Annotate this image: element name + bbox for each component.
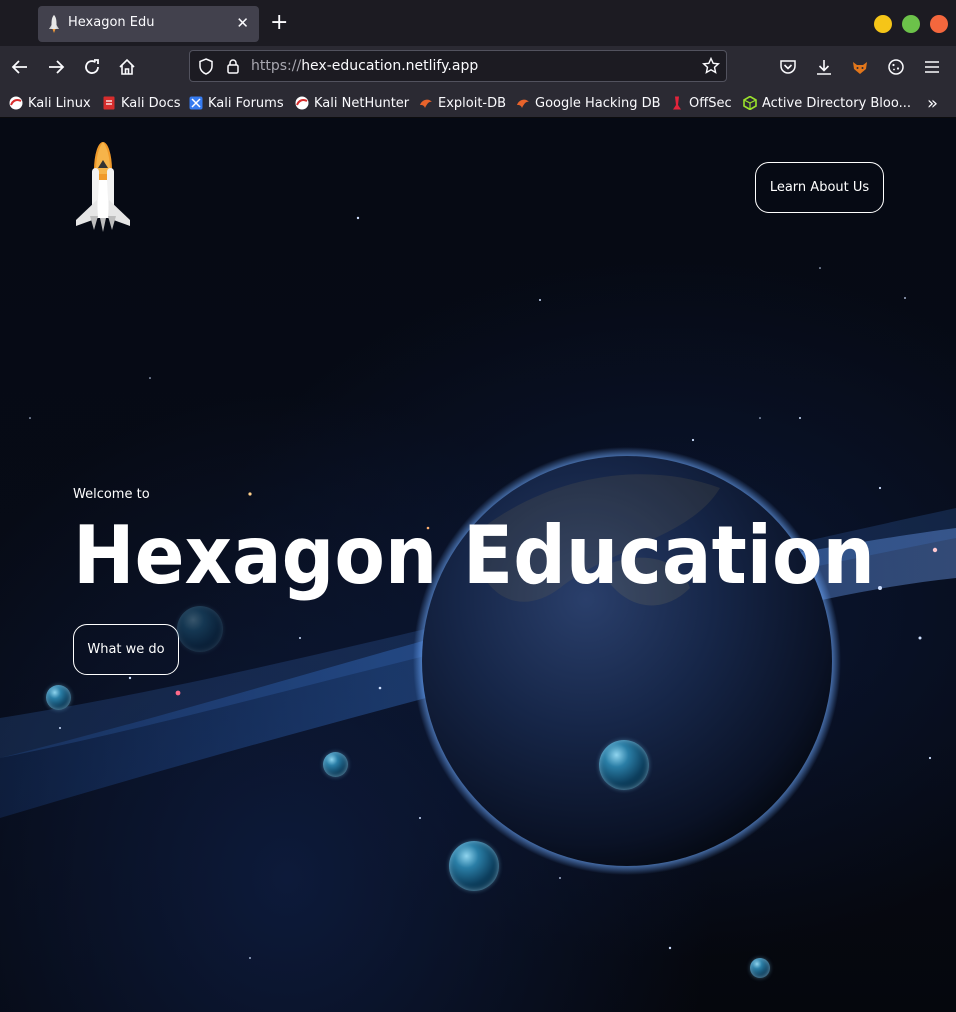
- bubble-decoration: [449, 841, 499, 891]
- bubble-decoration: [599, 740, 649, 790]
- webpage: Learn About Us Welcome to Hexagon Educat…: [0, 118, 956, 1012]
- bloodhound-icon: [743, 96, 757, 110]
- bookmarks-toolbar: Kali Linux Kali Docs Kali Forums Kali Ne…: [0, 88, 956, 118]
- cookie-extension-button[interactable]: [884, 55, 908, 79]
- bookmark-offsec[interactable]: OffSec: [670, 94, 732, 112]
- bookmark-label: Kali Forums: [208, 95, 284, 111]
- reload-button[interactable]: [80, 55, 104, 79]
- navigation-toolbar: https://hex-education.netlify.app: [0, 46, 956, 88]
- pocket-icon: [780, 60, 796, 74]
- bookmark-label: Exploit-DB: [438, 95, 507, 111]
- bookmark-google-hacking-db[interactable]: Google Hacking DB: [516, 94, 661, 112]
- browser-tab[interactable]: Hexagon Edu ✕: [38, 6, 259, 42]
- reload-icon: [85, 59, 99, 74]
- bookmark-label: Kali NetHunter: [314, 95, 410, 111]
- bookmark-label: Kali Docs: [121, 95, 181, 111]
- close-window-button[interactable]: [930, 15, 948, 33]
- address-bar[interactable]: https://hex-education.netlify.app: [189, 50, 727, 82]
- kali-icon: [295, 96, 309, 110]
- shield-icon[interactable]: [198, 58, 214, 75]
- forward-button[interactable]: [44, 55, 68, 79]
- close-tab-icon[interactable]: ✕: [236, 14, 249, 32]
- bookmark-label: Google Hacking DB: [535, 95, 661, 111]
- pocket-button[interactable]: [776, 55, 800, 79]
- kali-docs-icon: [103, 96, 115, 110]
- welcome-text: Welcome to: [73, 487, 150, 502]
- url-protocol: https://: [251, 58, 302, 74]
- what-we-do-button[interactable]: What we do: [73, 624, 179, 675]
- fox-extension-icon: [853, 62, 867, 74]
- bubble-decoration: [323, 752, 348, 777]
- offsec-icon: [673, 96, 681, 110]
- extension-button[interactable]: [848, 55, 872, 79]
- star-icon[interactable]: [702, 57, 720, 75]
- url-text[interactable]: https://hex-education.netlify.app: [251, 58, 478, 74]
- bookmark-active-directory[interactable]: Active Directory Bloo...: [743, 94, 911, 112]
- bubble-decoration: [750, 958, 770, 978]
- bookmark-label: OffSec: [689, 95, 732, 111]
- exploit-db-icon: [517, 99, 529, 108]
- tab-title: Hexagon Edu: [68, 15, 155, 30]
- bookmark-kali-linux[interactable]: Kali Linux: [9, 94, 91, 112]
- new-tab-button[interactable]: +: [270, 11, 288, 35]
- bookmarks-overflow-button[interactable]: »: [927, 92, 939, 114]
- chevron-double-right-icon: »: [927, 92, 939, 114]
- url-host: hex-education.netlify.app: [301, 58, 479, 74]
- rocket-icon: [49, 15, 59, 33]
- bookmark-label: Kali Linux: [28, 95, 91, 111]
- bookmark-exploit-db[interactable]: Exploit-DB: [419, 94, 506, 112]
- home-button[interactable]: [115, 55, 139, 79]
- learn-about-us-button[interactable]: Learn About Us: [755, 162, 884, 213]
- bookmark-kali-docs[interactable]: Kali Docs: [102, 94, 181, 112]
- home-icon: [119, 58, 135, 75]
- lock-icon[interactable]: [226, 58, 240, 75]
- tab-bar: Hexagon Edu ✕ +: [0, 0, 956, 46]
- maximize-window-button[interactable]: [902, 15, 920, 33]
- bookmark-kali-forums[interactable]: Kali Forums: [189, 94, 284, 112]
- menu-button[interactable]: [920, 55, 944, 79]
- bookmark-label: Active Directory Bloo...: [762, 95, 911, 111]
- minimize-window-button[interactable]: [874, 15, 892, 33]
- kali-icon: [9, 96, 23, 110]
- back-button[interactable]: [8, 55, 32, 79]
- arrow-right-icon: [49, 60, 65, 74]
- space-shuttle-logo: [76, 142, 130, 232]
- download-icon: [817, 60, 831, 75]
- hamburger-menu-icon: [925, 61, 939, 73]
- bubble-decoration: [46, 685, 71, 710]
- kali-forums-icon: [189, 96, 203, 110]
- downloads-button[interactable]: [812, 55, 836, 79]
- arrow-left-icon: [11, 60, 27, 74]
- bubble-decoration: [177, 606, 223, 652]
- hero-title: Hexagon Education: [73, 509, 875, 602]
- bookmark-kali-nethunter[interactable]: Kali NetHunter: [295, 94, 409, 112]
- exploit-db-icon: [420, 99, 432, 108]
- cookie-icon: [888, 59, 904, 75]
